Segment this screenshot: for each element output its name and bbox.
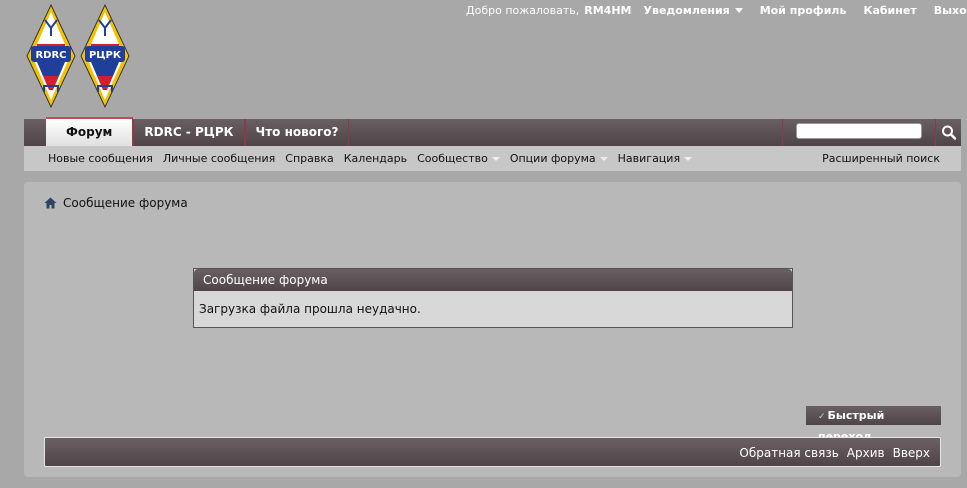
footer-bar: Обратная связь Архив Вверх xyxy=(44,437,941,467)
welcome-text: Добро пожаловать, xyxy=(466,3,580,17)
notifications-label: Уведомления xyxy=(643,3,730,17)
chevron-down-icon xyxy=(734,8,743,13)
search-input[interactable] xyxy=(796,123,922,139)
search-button[interactable] xyxy=(935,119,961,146)
username-link[interactable]: RM4HM xyxy=(584,4,631,17)
quick-nav-button[interactable]: ✓Быстрый переход xyxy=(806,406,941,443)
message-box: Сообщение форума Загрузка файла прошла н… xyxy=(193,268,793,328)
advanced-search-link[interactable]: Расширенный поиск xyxy=(822,146,940,171)
chevron-down-icon xyxy=(599,157,608,161)
subnav-private-messages[interactable]: Личные сообщения xyxy=(163,152,275,165)
message-body: Загрузка файла прошла неудачно. xyxy=(199,302,421,316)
cabinet-link[interactable]: Кабинет xyxy=(863,4,916,17)
main-navbar: Форум RDRC - РЦРК Что нового? xyxy=(24,117,961,146)
sub-navbar: Новые сообщения Личные сообщения Справка… xyxy=(24,146,961,171)
footer-feedback-link[interactable]: Обратная связь xyxy=(739,438,838,468)
message-title: Сообщение форума xyxy=(194,269,792,291)
subnav-help[interactable]: Справка xyxy=(285,152,333,165)
search-area xyxy=(782,119,934,146)
svg-text:RDRC: RDRC xyxy=(35,50,66,61)
tab-whats-new[interactable]: Что нового? xyxy=(244,119,350,146)
rtsrk-logo[interactable]: РЦРК xyxy=(80,4,130,108)
home-icon[interactable] xyxy=(44,197,57,209)
main-panel: Сообщение форума Сообщение форума Загруз… xyxy=(24,182,961,477)
footer-archive-link[interactable]: Архив xyxy=(847,438,885,468)
subnav-new-posts[interactable]: Новые сообщения xyxy=(48,152,153,165)
breadcrumb: Сообщение форума xyxy=(44,196,188,210)
tab-forum[interactable]: Форум xyxy=(46,117,134,146)
search-icon xyxy=(942,125,957,140)
subnav-community[interactable]: Сообщество xyxy=(417,152,500,165)
rdrc-logo[interactable]: RDRC xyxy=(26,4,76,108)
nav-tabs: Форум RDRC - РЦРК Что нового? xyxy=(46,117,350,146)
profile-link[interactable]: Мой профиль xyxy=(760,4,847,17)
notifications-menu[interactable]: Уведомления xyxy=(644,4,743,17)
logout-link[interactable]: Выход xyxy=(934,4,967,17)
breadcrumb-current: Сообщение форума xyxy=(63,196,188,210)
subnav-forum-options-label: Опции форума xyxy=(509,152,596,165)
checkmark-icon: ✓ xyxy=(818,412,826,422)
site-logo[interactable]: RDRC РЦРК xyxy=(26,4,130,108)
chevron-down-icon xyxy=(684,157,693,161)
footer-top-link[interactable]: Вверх xyxy=(893,438,930,468)
chevron-down-icon xyxy=(491,157,500,161)
subnav-forum-options[interactable]: Опции форума xyxy=(510,152,608,165)
tab-rdrc[interactable]: RDRC - РЦРК xyxy=(133,119,245,146)
user-bar: Добро пожаловать, RM4HM Уведомления Мой … xyxy=(466,3,967,17)
subnav-navigation[interactable]: Навигация xyxy=(617,152,693,165)
svg-text:РЦРК: РЦРК xyxy=(89,50,122,61)
subnav-navigation-label: Навигация xyxy=(617,152,681,165)
subnav-community-label: Сообщество xyxy=(417,152,488,165)
subnav-calendar[interactable]: Календарь xyxy=(344,152,407,165)
